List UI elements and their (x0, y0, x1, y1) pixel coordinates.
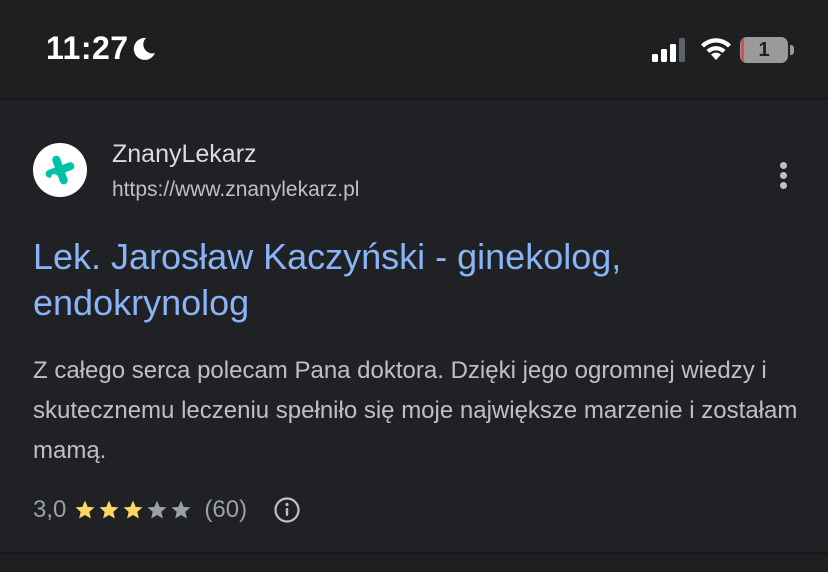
next-result-card (0, 554, 828, 572)
result-snippet: Z całego serca polecam Pana doktora. Dzi… (33, 357, 798, 464)
star-filled-icon (123, 500, 143, 519)
menu-dot (780, 162, 787, 169)
moon-icon (133, 37, 155, 60)
star-filled-icon (99, 500, 119, 519)
site-name[interactable]: ZnanyLekarz (112, 140, 257, 169)
info-icon[interactable] (273, 496, 301, 524)
battery-percent: 1 (758, 39, 770, 61)
wifi-icon (701, 38, 731, 60)
rating-value: 3,0 (33, 496, 67, 523)
star-empty-icon (147, 500, 167, 519)
menu-dot (780, 182, 787, 189)
menu-dot (780, 172, 787, 179)
review-count: (60) (204, 496, 248, 523)
more-options-icon[interactable] (772, 160, 796, 192)
search-result-card: ZnanyLekarz https://www.znanylekarz.pl L… (0, 100, 828, 552)
star-filled-icon (75, 500, 95, 519)
znanylekarz-logo-icon (45, 155, 75, 185)
result-title-link[interactable]: Lek. Jarosław Kaczyński - ginekolog, end… (33, 234, 793, 326)
battery-tip (790, 45, 794, 55)
battery-icon: 1 (740, 37, 794, 63)
status-time: 11:27 (46, 30, 129, 66)
site-favicon[interactable] (33, 143, 87, 197)
rating-row: 3,0 (60) (33, 492, 301, 528)
star-empty-icon (171, 500, 191, 519)
star-rating (74, 499, 194, 521)
status-bar: 11:27 1 (0, 0, 828, 98)
site-url[interactable]: https://www.znanylekarz.pl (112, 178, 359, 202)
signal-icon (652, 38, 685, 62)
